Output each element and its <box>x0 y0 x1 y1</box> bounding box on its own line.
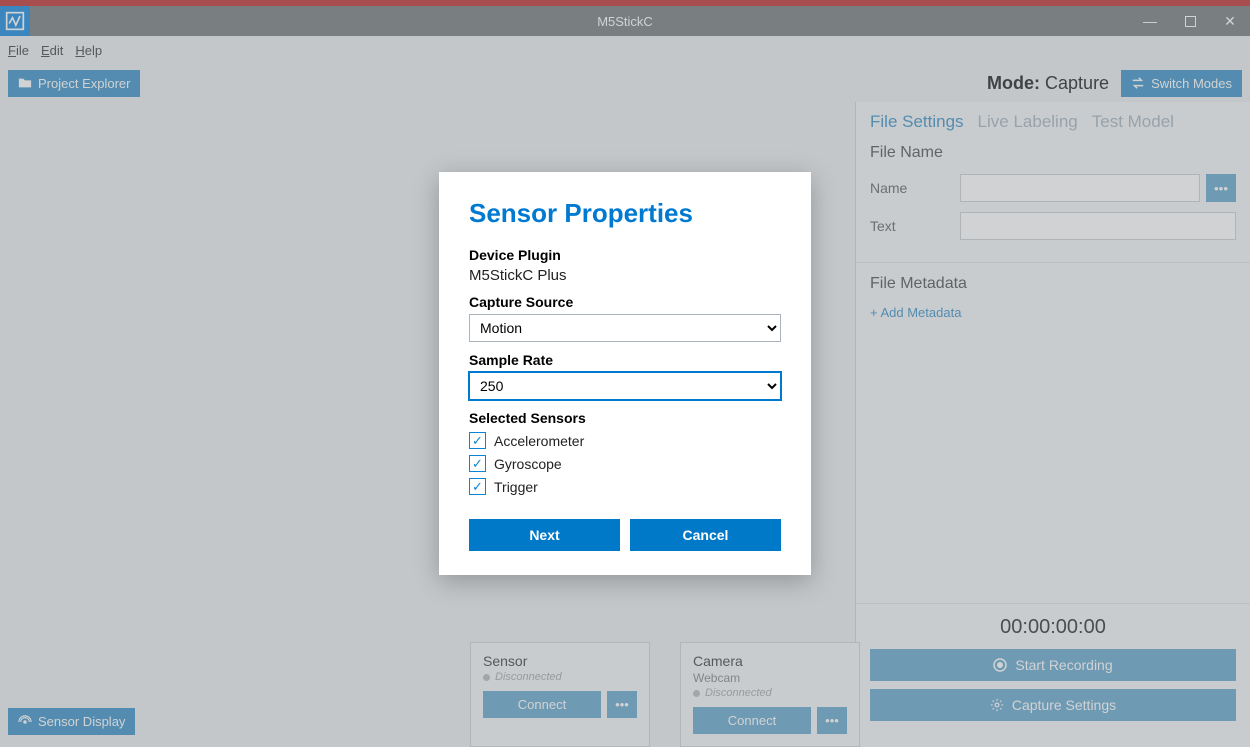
sensor-icon <box>18 715 32 729</box>
tab-live-labeling[interactable]: Live Labeling <box>978 112 1078 132</box>
file-metadata-section: File Metadata + Add Metadata <box>856 262 1250 332</box>
device-plugin-label: Device Plugin <box>469 247 781 263</box>
sensor-status-card: Sensor Disconnected Connect ••• <box>470 642 650 747</box>
text-label: Text <box>870 218 960 234</box>
checkbox-checked-icon: ✓ <box>469 455 486 472</box>
mode-indicator: Mode: Capture <box>987 73 1109 94</box>
switch-modes-button[interactable]: Switch Modes <box>1121 70 1242 97</box>
switch-modes-label: Switch Modes <box>1151 76 1232 91</box>
name-more-button[interactable]: ••• <box>1206 174 1236 202</box>
capture-source-label: Capture Source <box>469 294 781 310</box>
window-title: M5StickC <box>597 14 653 29</box>
right-panel-tabs: File Settings Live Labeling Test Model <box>856 102 1250 140</box>
camera-more-button[interactable]: ••• <box>817 707 847 734</box>
maximize-button[interactable] <box>1170 6 1210 36</box>
checkbox-checked-icon: ✓ <box>469 432 486 449</box>
file-name-heading: File Name <box>870 144 1236 162</box>
camera-connect-button[interactable]: Connect <box>693 707 811 734</box>
recording-timer: 00:00:00:00 <box>870 616 1236 639</box>
swap-icon <box>1131 76 1145 90</box>
next-button[interactable]: Next <box>469 519 620 551</box>
menubar: File Edit Help <box>0 36 1250 64</box>
right-panel: File Settings Live Labeling Test Model F… <box>855 102 1250 747</box>
gear-icon <box>990 698 1004 712</box>
camera-card-subtitle: Webcam <box>693 671 847 685</box>
checkbox-checked-icon: ✓ <box>469 478 486 495</box>
file-metadata-heading: File Metadata <box>870 275 1236 293</box>
name-input[interactable] <box>960 174 1200 202</box>
project-explorer-button[interactable]: Project Explorer <box>8 70 140 97</box>
status-dot-icon <box>693 690 700 697</box>
camera-status-card: Camera Webcam Disconnected Connect ••• <box>680 642 860 747</box>
camera-card-status: Disconnected <box>693 687 847 699</box>
sensor-checkbox-gyroscope[interactable]: ✓ Gyroscope <box>469 455 781 472</box>
sensor-display-label: Sensor Display <box>38 714 125 729</box>
titlebar: M5StickC — ✕ <box>0 6 1250 36</box>
record-icon <box>993 658 1007 672</box>
folder-icon <box>18 76 32 90</box>
menu-file[interactable]: File <box>8 43 29 58</box>
sensor-card-status: Disconnected <box>483 671 637 683</box>
sample-rate-label: Sample Rate <box>469 352 781 368</box>
device-plugin-value: M5StickC Plus <box>469 267 781 284</box>
capture-settings-button[interactable]: Capture Settings <box>870 689 1236 721</box>
logo-icon <box>5 11 25 31</box>
app-icon <box>0 6 30 36</box>
capture-source-select[interactable]: Motion <box>469 314 781 342</box>
toolbar: Project Explorer Mode: Capture Switch Mo… <box>0 64 1250 102</box>
recording-controls: 00:00:00:00 Start Recording Capture Sett… <box>856 603 1250 747</box>
file-name-section: File Name Name ••• Text <box>856 140 1250 262</box>
tab-file-settings[interactable]: File Settings <box>870 112 964 132</box>
minimize-button[interactable]: — <box>1130 6 1170 36</box>
start-recording-button[interactable]: Start Recording <box>870 649 1236 681</box>
name-label: Name <box>870 180 960 196</box>
camera-card-title: Camera <box>693 653 847 669</box>
sensor-checkbox-accelerometer[interactable]: ✓ Accelerometer <box>469 432 781 449</box>
selected-sensors-label: Selected Sensors <box>469 410 781 426</box>
sample-rate-select[interactable]: 250 <box>469 372 781 400</box>
tab-test-model[interactable]: Test Model <box>1092 112 1174 132</box>
sensor-display-button[interactable]: Sensor Display <box>8 708 135 735</box>
cancel-button[interactable]: Cancel <box>630 519 781 551</box>
menu-help[interactable]: Help <box>75 43 102 58</box>
modal-title: Sensor Properties <box>469 198 781 229</box>
sensor-card-title: Sensor <box>483 653 637 669</box>
add-metadata-link[interactable]: + Add Metadata <box>870 305 1236 320</box>
status-dot-icon <box>483 674 490 681</box>
project-explorer-label: Project Explorer <box>38 76 130 91</box>
sensor-more-button[interactable]: ••• <box>607 691 637 718</box>
text-input[interactable] <box>960 212 1236 240</box>
sensor-connect-button[interactable]: Connect <box>483 691 601 718</box>
sensor-properties-modal: Sensor Properties Device Plugin M5StickC… <box>439 172 811 575</box>
menu-edit[interactable]: Edit <box>41 43 63 58</box>
sensor-checkbox-trigger[interactable]: ✓ Trigger <box>469 478 781 495</box>
close-button[interactable]: ✕ <box>1210 6 1250 36</box>
